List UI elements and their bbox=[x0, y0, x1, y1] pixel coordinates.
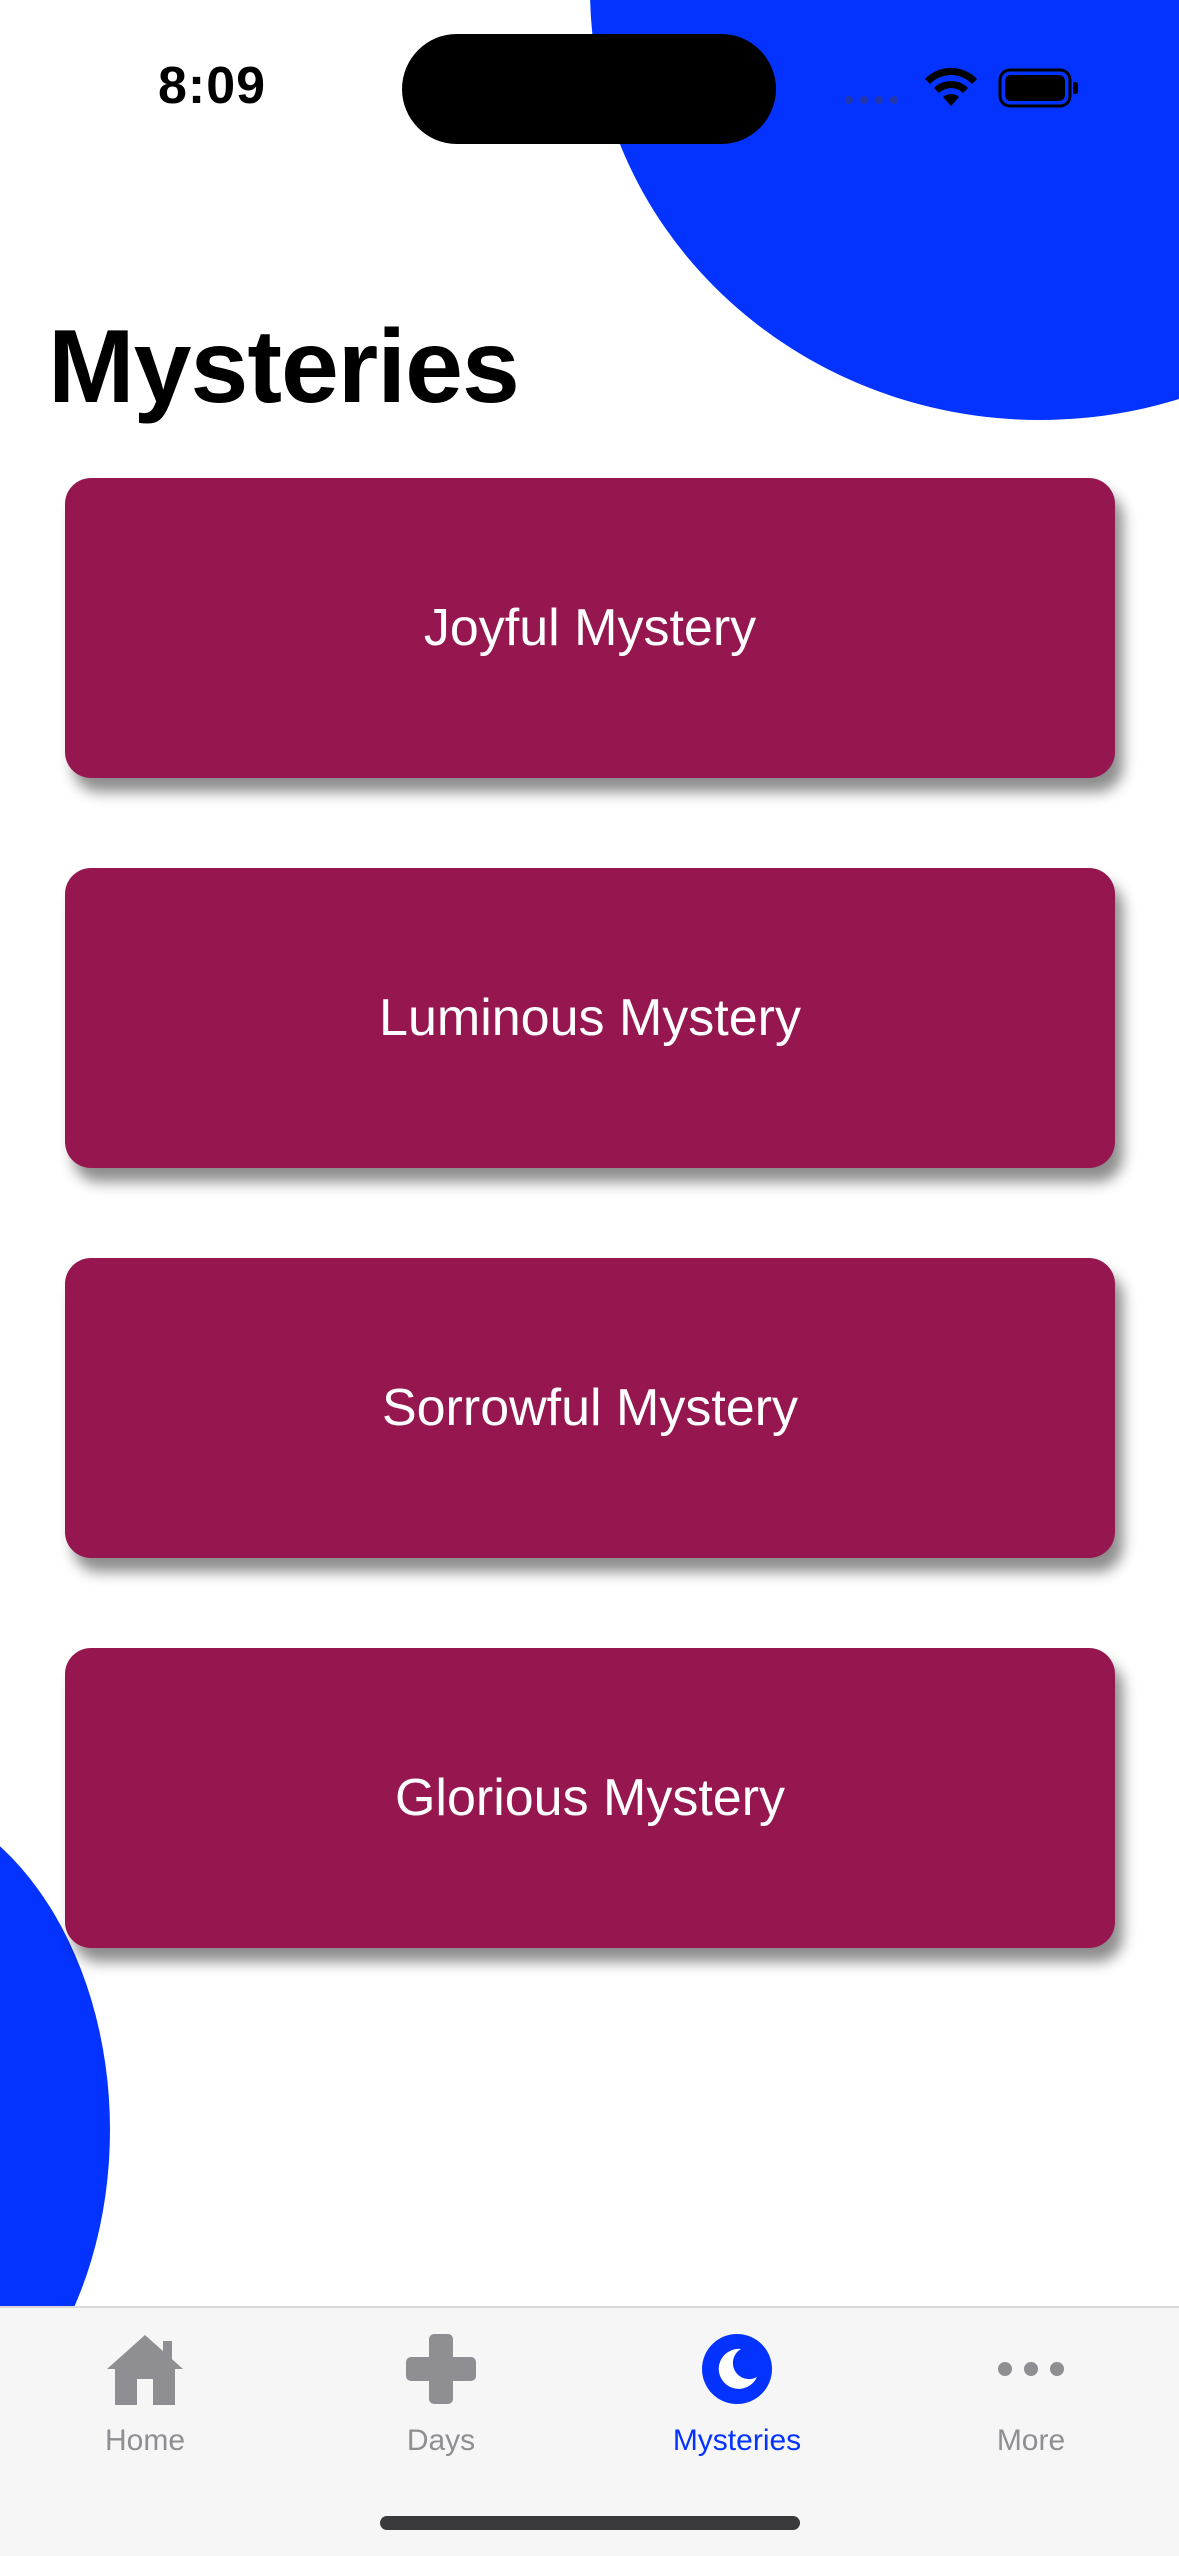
tab-label: More bbox=[996, 2424, 1066, 2457]
tab-more[interactable]: More bbox=[911, 2324, 1151, 2494]
mystery-list: Joyful Mystery Luminous Mystery Sorrowfu… bbox=[65, 478, 1115, 2038]
tab-mysteries[interactable]: Mysteries bbox=[617, 2324, 857, 2494]
joyful-mystery-button[interactable]: Joyful Mystery bbox=[65, 478, 1115, 778]
dynamic-island bbox=[402, 34, 776, 144]
tab-days[interactable]: Days bbox=[321, 2324, 561, 2494]
glorious-mystery-button[interactable]: Glorious Mystery bbox=[65, 1648, 1115, 1948]
status-time: 8:09 bbox=[158, 57, 267, 115]
tab-home[interactable]: Home bbox=[25, 2324, 265, 2494]
tab-label: Mysteries bbox=[672, 2424, 802, 2457]
button-label: Joyful Mystery bbox=[423, 599, 757, 657]
battery-icon bbox=[998, 68, 1078, 108]
mysteries-screen: 8:09 Mysteries Joyful Mystery Luminous M… bbox=[0, 0, 1179, 2556]
page-title: Mysteries bbox=[48, 309, 520, 425]
ellipsis-icon bbox=[986, 2324, 1076, 2414]
plus-cross-icon bbox=[396, 2324, 486, 2414]
button-label: Luminous Mystery bbox=[379, 989, 801, 1047]
tab-label: Days bbox=[406, 2424, 476, 2457]
wifi-icon bbox=[925, 67, 977, 106]
luminous-mystery-button[interactable]: Luminous Mystery bbox=[65, 868, 1115, 1168]
tab-label: Home bbox=[104, 2424, 186, 2457]
cellular-signal-icon bbox=[845, 96, 898, 104]
sorrowful-mystery-button[interactable]: Sorrowful Mystery bbox=[65, 1258, 1115, 1558]
moon-icon bbox=[692, 2324, 782, 2414]
button-label: Glorious Mystery bbox=[394, 1769, 786, 1827]
button-label: Sorrowful Mystery bbox=[381, 1379, 799, 1437]
house-icon bbox=[100, 2324, 190, 2414]
home-indicator bbox=[380, 2516, 800, 2530]
